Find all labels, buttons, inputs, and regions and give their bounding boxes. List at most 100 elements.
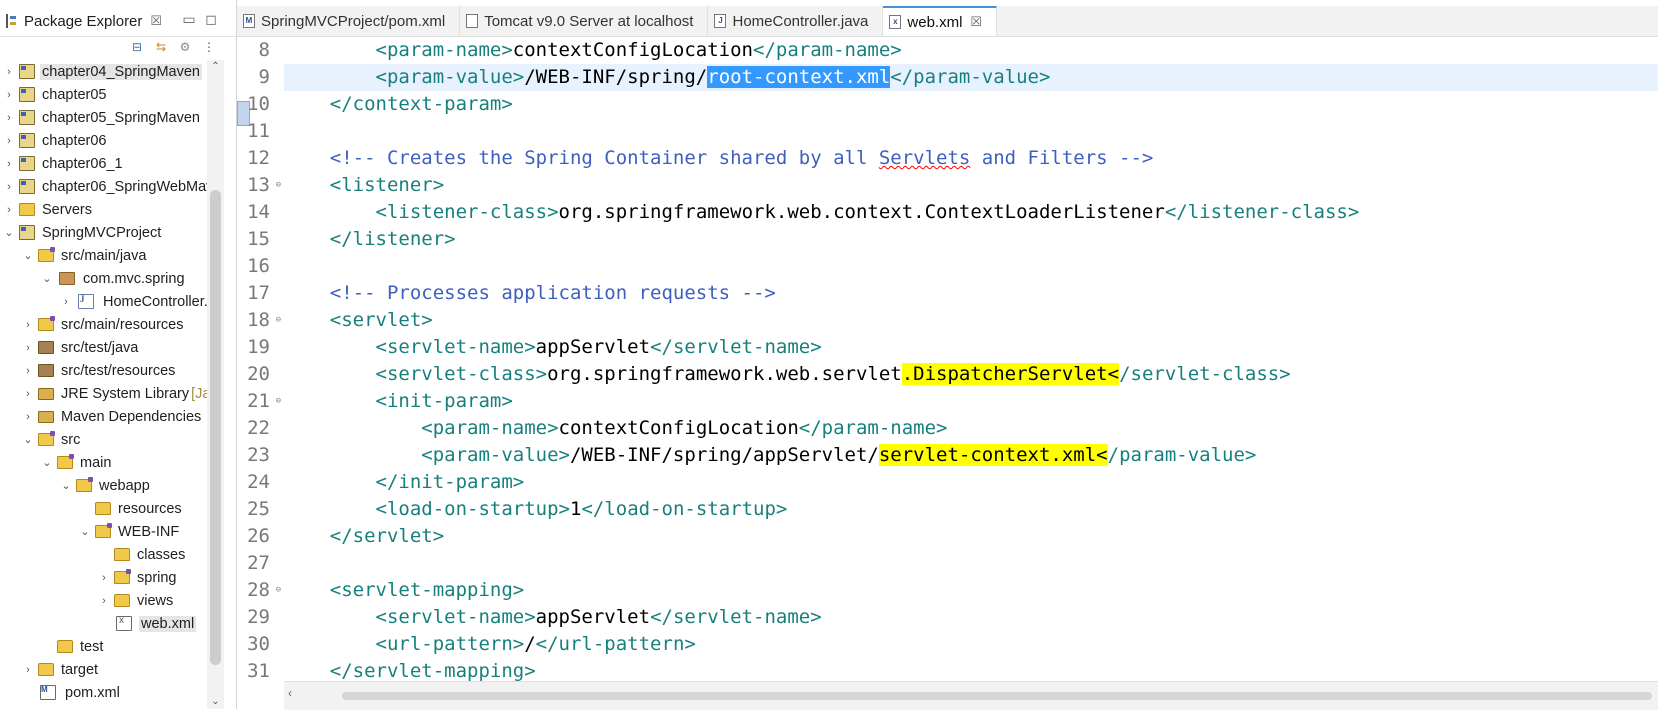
chevron-right-icon[interactable]: ›	[2, 65, 16, 79]
chevron-down-icon[interactable]: ⌄	[2, 226, 16, 240]
tree-item[interactable]: › src/test/java	[0, 336, 222, 359]
chevron-right-icon[interactable]: ›	[97, 571, 111, 585]
tree-item[interactable]: classes	[0, 543, 222, 566]
chevron-down-icon[interactable]: ⌄	[21, 249, 35, 263]
code-line[interactable]: <param-value>/WEB-INF/spring/appServlet/…	[284, 442, 1658, 469]
scrollbar-thumb[interactable]	[342, 692, 1652, 700]
scroll-up-icon[interactable]: ⌃	[207, 60, 224, 74]
chevron-right-icon[interactable]: ›	[2, 88, 16, 102]
code-line[interactable]: </servlet>	[284, 523, 1658, 550]
fold-icon[interactable]: ⊖	[276, 577, 281, 604]
chevron-right-icon[interactable]: ›	[21, 341, 35, 355]
tree-item[interactable]: › src/test/resources	[0, 359, 222, 382]
code-line[interactable]	[284, 253, 1658, 280]
code-line[interactable]: <init-param>	[284, 388, 1658, 415]
link-with-editor-icon[interactable]: ⇆	[154, 40, 168, 54]
chevron-right-icon[interactable]: ›	[2, 157, 16, 171]
code-line[interactable]	[284, 550, 1658, 577]
tree-item[interactable]: test	[0, 635, 222, 658]
tree-item[interactable]: ⌄ main	[0, 451, 222, 474]
explorer-vertical-scrollbar[interactable]: ⌃ ⌄	[207, 60, 224, 709]
tree-item[interactable]: › chapter06_SpringWebMav	[0, 175, 222, 198]
chevron-right-icon[interactable]: ›	[21, 318, 35, 332]
code-text-area[interactable]: <param-name>contextConfigLocation</param…	[284, 37, 1658, 681]
tree-item[interactable]: › chapter06_1	[0, 152, 222, 175]
minimize-icon[interactable]: ▭	[182, 10, 196, 28]
code-line[interactable]: <listener>	[284, 172, 1658, 199]
tree-item[interactable]: ⌄ src/main/java	[0, 244, 222, 267]
collapse-all-icon[interactable]: ⊟	[130, 40, 144, 54]
code-line[interactable]: <param-name>contextConfigLocation</param…	[284, 415, 1658, 442]
tree-item[interactable]: › chapter05	[0, 83, 222, 106]
tree-item[interactable]: › chapter04_SpringMaven	[0, 60, 222, 83]
editor-horizontal-scrollbar[interactable]: ‹	[284, 681, 1658, 710]
chevron-down-icon[interactable]: ⌄	[40, 272, 54, 286]
tree-item[interactable]: › chapter06	[0, 129, 222, 152]
chevron-down-icon[interactable]: ⌄	[21, 433, 35, 447]
code-line[interactable]: <load-on-startup>1</load-on-startup>	[284, 496, 1658, 523]
filters-icon[interactable]: ⚙	[178, 40, 192, 54]
tree-item[interactable]: › spring	[0, 566, 222, 589]
code-line[interactable]: </context-param>	[284, 91, 1658, 118]
chevron-right-icon[interactable]: ›	[2, 180, 16, 194]
code-line[interactable]	[284, 118, 1658, 145]
tree-item[interactable]: › views	[0, 589, 222, 612]
code-line[interactable]: </listener>	[284, 226, 1658, 253]
fold-icon[interactable]: ⊖	[276, 388, 281, 415]
tree-item[interactable]: ›JRE System Library[Java	[0, 382, 222, 405]
tree-item[interactable]: ⌄ src	[0, 428, 222, 451]
chevron-right-icon[interactable]: ›	[21, 387, 35, 401]
code-line[interactable]: <listener-class>org.springframework.web.…	[284, 199, 1658, 226]
package-explorer-tab[interactable]: Package Explorer ☒	[0, 6, 170, 36]
tree-item[interactable]: ⌄ WEB-INF	[0, 520, 222, 543]
close-icon[interactable]: ☒	[150, 13, 162, 29]
scrollbar-thumb[interactable]	[210, 190, 221, 665]
chevron-down-icon[interactable]: ⌄	[59, 479, 73, 493]
editor-tab[interactable]: M SpringMVCProject/pom.xml	[237, 6, 461, 36]
code-line[interactable]: </servlet-mapping>	[284, 658, 1658, 681]
code-line[interactable]: <servlet-mapping>	[284, 577, 1658, 604]
code-line[interactable]: </init-param>	[284, 469, 1658, 496]
chevron-right-icon[interactable]: ›	[97, 594, 111, 608]
tree-item[interactable]: resources	[0, 497, 222, 520]
fold-icon[interactable]: ⊖	[276, 307, 281, 334]
code-line[interactable]: <param-value>/WEB-INF/spring/root-contex…	[284, 64, 1658, 91]
editor-tab[interactable]: Tomcat v9.0 Server at localhost	[460, 6, 709, 36]
chevron-down-icon[interactable]: ⌄	[40, 456, 54, 470]
chevron-right-icon[interactable]: ›	[2, 111, 16, 125]
chevron-right-icon[interactable]: ›	[59, 295, 73, 309]
chevron-right-icon[interactable]: ›	[2, 134, 16, 148]
tree-item[interactable]: › src/main/resources	[0, 313, 222, 336]
code-line[interactable]: <param-name>contextConfigLocation</param…	[284, 37, 1658, 64]
tree-item[interactable]: › HomeController.j	[0, 290, 222, 313]
tree-item[interactable]: ⌄ webapp	[0, 474, 222, 497]
code-line[interactable]: <url-pattern>/</url-pattern>	[284, 631, 1658, 658]
tree-item[interactable]: › chapter05_SpringMaven	[0, 106, 222, 129]
code-line[interactable]: <servlet-name>appServlet</servlet-name>	[284, 334, 1658, 361]
tree-item[interactable]: › Maven Dependencies	[0, 405, 222, 428]
code-line[interactable]: <!-- Creates the Spring Container shared…	[284, 145, 1658, 172]
chevron-down-icon[interactable]: ⌄	[78, 525, 92, 539]
editor-tab[interactable]: J HomeController.java	[708, 6, 884, 36]
code-line[interactable]: <servlet-name>appServlet</servlet-name>	[284, 604, 1658, 631]
scroll-left-icon[interactable]: ‹	[288, 686, 292, 700]
fold-icon[interactable]: ⊖	[276, 172, 281, 199]
close-icon[interactable]: ☒	[970, 14, 982, 30]
chevron-right-icon[interactable]: ›	[21, 663, 35, 677]
code-line[interactable]: <servlet>	[284, 307, 1658, 334]
tree-item[interactable]: ⌄ SpringMVCProject	[0, 221, 222, 244]
view-menu-icon[interactable]: ⋮	[202, 40, 216, 54]
scroll-down-icon[interactable]: ⌄	[207, 695, 224, 709]
chevron-right-icon[interactable]: ›	[2, 203, 16, 217]
tree-item[interactable]: pom.xml	[0, 681, 222, 704]
tree-item[interactable]: › target	[0, 658, 222, 681]
chevron-right-icon[interactable]: ›	[21, 364, 35, 378]
chevron-right-icon[interactable]: ›	[21, 410, 35, 424]
tree-item[interactable]: › Servers	[0, 198, 222, 221]
maximize-icon[interactable]: ◻	[204, 10, 218, 28]
tree-item[interactable]: web.xml	[0, 612, 222, 635]
code-line[interactable]: <servlet-class>org.springframework.web.s…	[284, 361, 1658, 388]
tree-item[interactable]: ⌄ com.mvc.spring	[0, 267, 222, 290]
editor-tab[interactable]: x web.xml ☒	[883, 6, 998, 36]
code-line[interactable]: <!-- Processes application requests -->	[284, 280, 1658, 307]
